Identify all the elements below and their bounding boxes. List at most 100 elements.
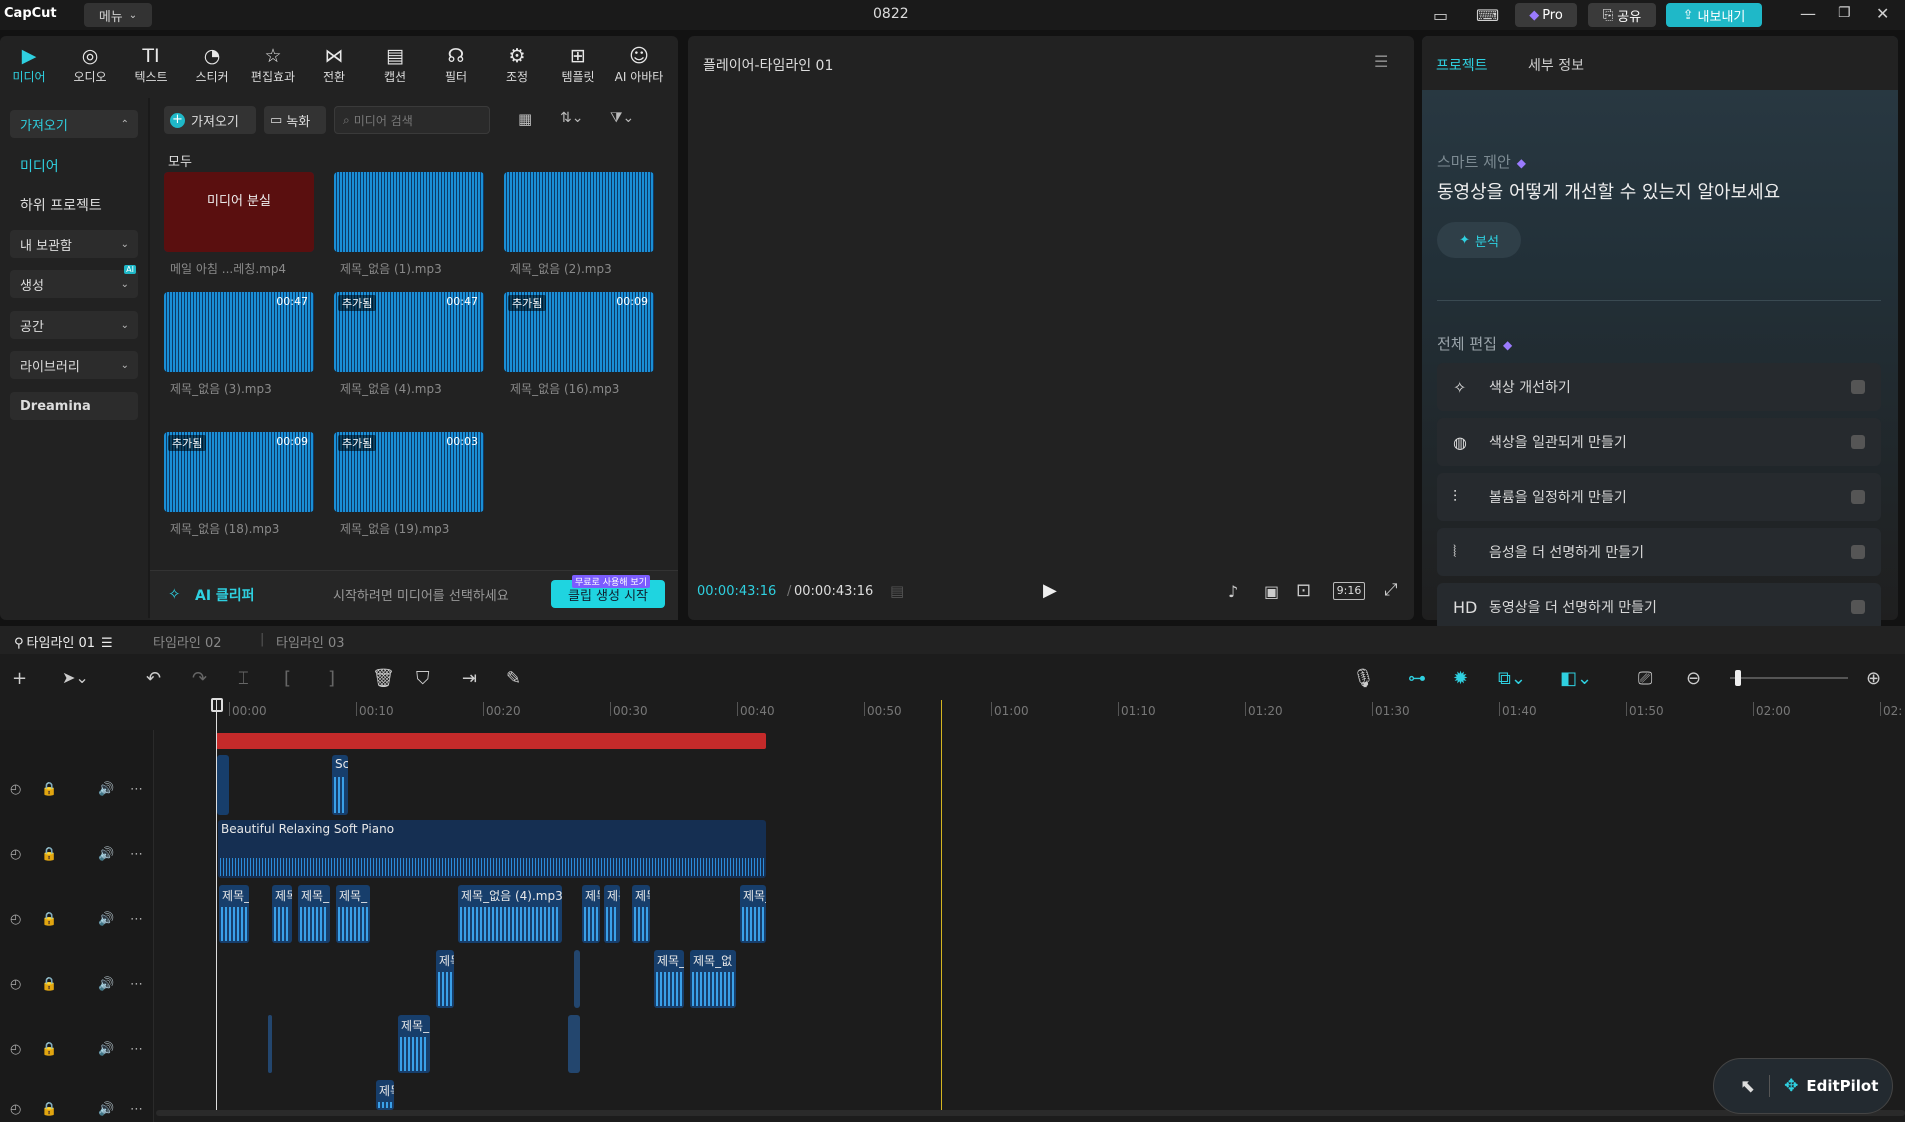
toolbar-text[interactable]: TI 텍스트	[122, 44, 180, 85]
timeline-grid-icon[interactable]: ▤	[890, 582, 904, 600]
sort-icon[interactable]: ⇅⌄	[560, 110, 583, 126]
menu-button[interactable]: 메뉴 ⌄	[84, 3, 152, 27]
play-icon[interactable]: ▶	[1043, 580, 1057, 601]
preview-axis-icon[interactable]: ⎚	[1638, 668, 1652, 689]
lock-icon[interactable]: 🔒	[41, 847, 57, 862]
pro-button[interactable]: ◆ Pro	[1515, 3, 1577, 27]
audio-clip[interactable]: 제목_	[219, 885, 249, 943]
link-icon[interactable]: ⧉⌄	[1498, 668, 1526, 689]
layout-icon[interactable]: ▭	[1433, 6, 1448, 25]
audio-clip[interactable]: 제목	[632, 885, 650, 943]
timeline-tab-1[interactable]: ⚲ 타임라인 01 ☰	[14, 632, 113, 651]
more-icon[interactable]: ⋯	[130, 977, 143, 992]
split-icon[interactable]: ⌶	[238, 668, 249, 689]
audio-clip[interactable]	[268, 1015, 272, 1073]
full-edit-item[interactable]: ✧ 색상 개선하기	[1437, 363, 1881, 411]
speaker-icon[interactable]: 🔊	[98, 1042, 114, 1057]
toolbar-audio[interactable]: ◎ 오디오	[61, 44, 119, 85]
zoom-fit-icon[interactable]: ⊡	[1296, 580, 1311, 601]
filter-icon[interactable]: ⧩⌄	[610, 110, 634, 126]
freeze-icon[interactable]: ⇥	[462, 668, 477, 689]
select-tool-icon[interactable]: ➤⌄	[62, 668, 89, 687]
audio-clip[interactable]	[574, 950, 580, 1008]
track-audio-icon[interactable]: ◴	[10, 912, 21, 927]
clip[interactable]: Sc	[332, 755, 348, 815]
more-icon[interactable]: ⋯	[130, 912, 143, 927]
zoom-slider[interactable]	[1730, 677, 1848, 679]
track-audio-icon[interactable]: ◴	[10, 977, 21, 992]
full-edit-item[interactable]: ◍ 색상을 일관되게 만들기	[1437, 418, 1881, 466]
media-thumbnail[interactable]: 00:47	[164, 292, 314, 372]
zoom-in-icon[interactable]: ⊕	[1866, 668, 1881, 689]
sidebar-sub-project[interactable]: 하위 프로젝트	[20, 195, 102, 215]
track-audio-icon[interactable]: ◴	[10, 847, 21, 862]
toolbar-ai-avatar[interactable]: ☺ AI 아바타	[610, 44, 668, 85]
tab-project[interactable]: 프로젝트	[1436, 55, 1488, 75]
more-icon[interactable]: ⋯	[130, 782, 143, 797]
more-icon[interactable]: ⋯	[130, 1102, 143, 1117]
music-clip[interactable]: Beautiful Relaxing Soft Piano	[218, 820, 766, 878]
sidebar-media[interactable]: 미디어	[20, 156, 59, 176]
audio-clip[interactable]	[568, 1015, 580, 1073]
undo-icon[interactable]: ↶	[146, 668, 161, 689]
toolbar-template[interactable]: ⊞ 템플릿	[549, 44, 607, 85]
full-edit-item[interactable]: ⦚ 음성을 더 선명하게 만들기	[1437, 528, 1881, 576]
editpilot-widget[interactable]: ⬉ ✥ EditPilot	[1713, 1058, 1893, 1114]
zoom-slider-handle[interactable]	[1735, 670, 1741, 686]
analyze-button[interactable]: ✦ 분석	[1437, 222, 1521, 258]
toggle[interactable]	[1851, 490, 1865, 504]
close-icon[interactable]: ✕	[1876, 4, 1889, 23]
media-search-input[interactable]: ⌕ 미디어 검색	[334, 106, 490, 134]
audio-clip[interactable]: 제목_	[740, 885, 766, 943]
lock-icon[interactable]: 🔒	[41, 1102, 57, 1117]
auto-snap-icon[interactable]: ✹	[1453, 668, 1468, 689]
zoom-out-icon[interactable]: ⊖	[1686, 668, 1701, 689]
toolbar-effects[interactable]: ☆ 편집효과	[244, 44, 302, 85]
media-thumbnail[interactable]: 추가됨 00:47	[334, 292, 484, 372]
delete-icon[interactable]: 🗑	[372, 668, 395, 689]
trim-right-icon[interactable]: ]	[328, 668, 335, 689]
full-edit-item[interactable]: ⫶ 볼륨을 일정하게 만들기	[1437, 473, 1881, 521]
lock-icon[interactable]: 🔒	[41, 1042, 57, 1057]
audio-clip[interactable]: 제목	[582, 885, 600, 943]
speaker-icon[interactable]: 🔊	[98, 782, 114, 797]
full-edit-item[interactable]: HD 동영상을 더 선명하게 만들기	[1437, 583, 1881, 631]
toggle[interactable]	[1851, 600, 1865, 614]
toggle[interactable]	[1851, 380, 1865, 394]
cursor-icon[interactable]: ⬉	[1740, 1076, 1755, 1097]
playhead[interactable]	[216, 700, 217, 1110]
aspect-ratio-button[interactable]: 9:16	[1333, 582, 1365, 600]
audio-clip[interactable]: 제목_	[272, 885, 292, 943]
tiktok-icon[interactable]: ♪	[1228, 582, 1238, 601]
media-thumbnail[interactable]: 미디어 분실	[164, 172, 314, 252]
sidebar-import[interactable]: 가져오기 ⌃	[10, 110, 138, 138]
restore-icon[interactable]: ❐	[1838, 5, 1851, 21]
timeline-tab-2[interactable]: 타임라인 02	[153, 632, 222, 651]
media-thumbnail[interactable]	[334, 172, 484, 252]
sidebar-library[interactable]: 라이브러리 ⌄	[10, 351, 138, 379]
tab-details[interactable]: 세부 정보	[1528, 55, 1584, 75]
sidebar-space[interactable]: 공간 ⌄	[10, 311, 138, 339]
audio-clip[interactable]: 제목	[436, 950, 454, 1008]
audio-clip[interactable]: 제목_없	[690, 950, 736, 1008]
marker-icon[interactable]: ⛉	[416, 668, 430, 689]
fullscreen-icon[interactable]: ⤢	[1384, 580, 1398, 600]
speaker-icon[interactable]: 🔊	[98, 912, 114, 927]
toggle[interactable]	[1851, 435, 1865, 449]
timeline-tab-3[interactable]: 타임라인 03	[276, 632, 345, 651]
playhead-handle[interactable]	[211, 698, 223, 712]
redo-icon[interactable]: ↷	[192, 668, 207, 689]
toolbar-media[interactable]: ▶ 미디어	[0, 44, 58, 85]
media-thumbnail[interactable]	[504, 172, 654, 252]
sidebar-dreamina[interactable]: Dreamina	[10, 392, 138, 420]
lock-icon[interactable]: 🔒	[41, 912, 57, 927]
speaker-icon[interactable]: 🔊	[98, 977, 114, 992]
record-button[interactable]: ▭ 녹화	[264, 106, 326, 134]
audio-clip[interactable]: 제목_	[654, 950, 684, 1008]
trim-left-icon[interactable]: [	[284, 668, 291, 689]
grid-view-icon[interactable]: ▦	[518, 110, 532, 128]
track-audio-icon[interactable]: ◴	[10, 1042, 21, 1057]
keyboard-icon[interactable]: ⌨	[1476, 6, 1499, 25]
audio-clip[interactable]: 제목_	[298, 885, 330, 943]
link-clips-icon[interactable]: ⊶	[1408, 668, 1426, 689]
